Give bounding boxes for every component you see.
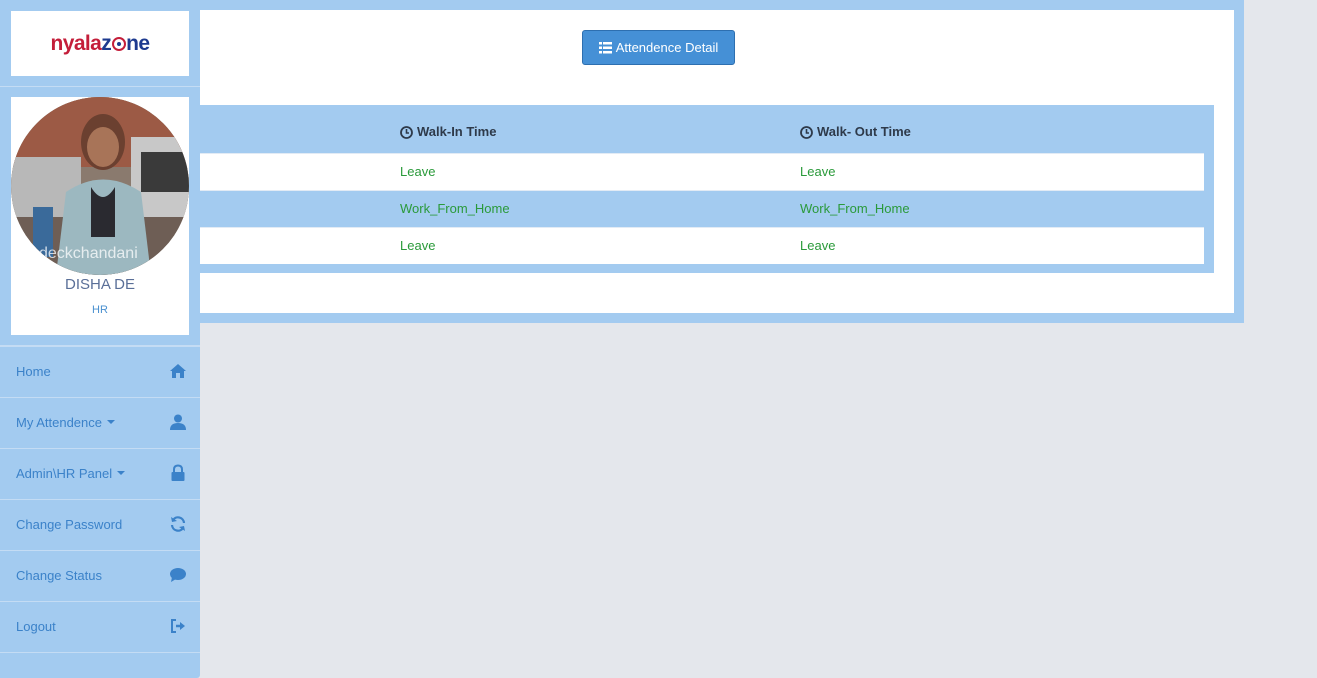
table-cell: Leave: [400, 238, 436, 253]
sidebar-item-logout[interactable]: Logout: [0, 601, 200, 653]
sidebar-item-label: Change Password: [16, 517, 123, 532]
sidebar-item-label: My Attendence: [16, 415, 102, 430]
sidebar: nyalaz ne deckchandani DISHA DE HR Home …: [0, 0, 200, 678]
table-cell: Leave: [800, 238, 836, 253]
profile-card: deckchandani DISHA DE HR: [11, 97, 189, 335]
divider: [0, 86, 200, 87]
lock-icon: [171, 464, 185, 481]
sidebar-item-home[interactable]: Home: [0, 346, 200, 397]
sidebar-item-label: Logout: [16, 619, 56, 634]
attendence-detail-label: Attendence Detail: [615, 40, 719, 55]
sidebar-item-my-attendence[interactable]: My Attendence: [0, 397, 200, 448]
comment-icon: [170, 568, 186, 582]
logo[interactable]: nyalaz ne: [11, 11, 189, 76]
table-cell: Leave: [800, 164, 836, 179]
sidebar-item-label: Home: [16, 364, 51, 379]
table-row: Leave Leave: [200, 153, 1204, 190]
sidebar-item-change-password[interactable]: Change Password: [0, 499, 200, 550]
avatar: deckchandani: [11, 97, 189, 275]
table-cell: Work_From_Home: [800, 201, 910, 216]
header-label: Walk- Out Time: [817, 124, 911, 139]
clock-icon: [800, 125, 813, 139]
home-icon: [170, 364, 186, 378]
clock-icon: [400, 125, 413, 139]
attendence-detail-button[interactable]: Attendence Detail: [582, 30, 735, 65]
list-icon: [598, 41, 612, 53]
sidebar-item-admin-hr-panel[interactable]: Admin\HR Panel: [0, 448, 200, 499]
header-walk-out: Walk- Out Time: [800, 124, 911, 140]
refresh-icon: [170, 516, 186, 532]
sidebar-item-change-status[interactable]: Change Status: [0, 550, 200, 601]
avatar-watermark: deckchandani: [39, 245, 138, 262]
profile-name: DISHA DE: [64, 276, 136, 293]
logout-icon: [171, 619, 185, 633]
content-card: Attendence Detail Walk-In Time Walk- Out…: [200, 10, 1234, 313]
caret-down-icon: [107, 420, 115, 424]
logo-text: nyalaz ne: [50, 31, 151, 55]
table-header: Walk-In Time Walk- Out Time: [200, 105, 1204, 153]
table-cell: Work_From_Home: [400, 201, 510, 216]
logo-globe-icon: [111, 36, 126, 51]
header-walk-in: Walk-In Time: [400, 124, 496, 140]
table-cell: Leave: [400, 164, 436, 179]
user-icon: [170, 414, 186, 430]
profile-role: HR: [92, 304, 108, 316]
sidebar-item-label: Change Status: [16, 568, 103, 583]
table-row: Leave Leave: [200, 227, 1204, 264]
table-row: Work_From_Home Work_From_Home: [200, 190, 1204, 227]
attendance-table: Walk-In Time Walk- Out Time Leave Leave …: [200, 105, 1214, 273]
header-label: Walk-In Time: [417, 124, 497, 139]
caret-down-icon: [117, 471, 126, 475]
sidebar-item-label: Admin\HR Panel: [16, 466, 113, 481]
sidebar-nav: Home My Attendence Admin\HR Panel Change…: [0, 346, 200, 653]
main-panel: Attendence Detail Walk-In Time Walk- Out…: [200, 0, 1244, 323]
